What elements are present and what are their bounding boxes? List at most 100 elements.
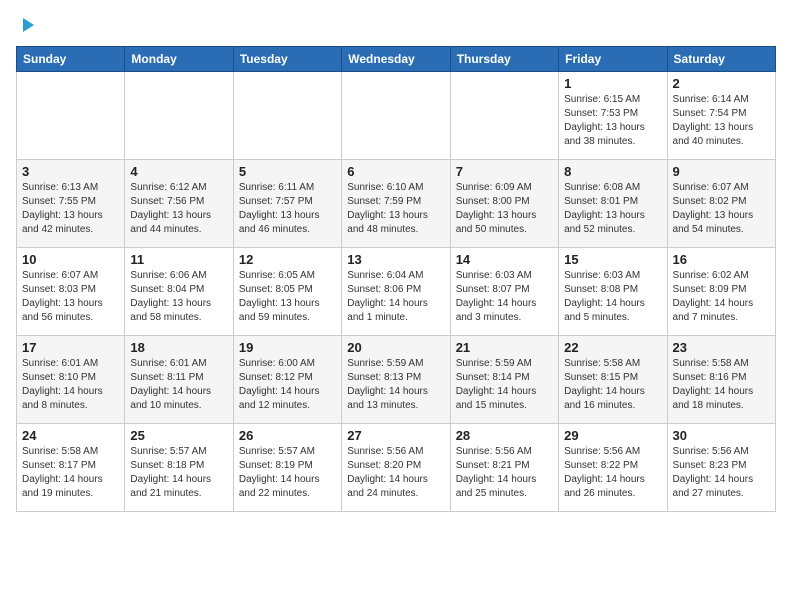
calendar-cell: 11 Sunrise: 6:06 AMSunset: 8:04 PMDayligh… — [125, 248, 233, 336]
day-info: Sunrise: 5:57 AMSunset: 8:19 PMDaylight:… — [239, 445, 336, 501]
day-info: Sunrise: 6:11 AMSunset: 7:57 PMDaylight:… — [239, 181, 336, 237]
calendar-cell: 14 Sunrise: 6:03 AMSunset: 8:07 PMDayligh… — [450, 248, 558, 336]
day-number: 26 — [239, 428, 336, 443]
day-header-saturday: Saturday — [667, 47, 775, 72]
day-number: 12 — [239, 252, 336, 267]
day-number: 18 — [130, 340, 227, 355]
day-number: 11 — [130, 252, 227, 267]
day-header-thursday: Thursday — [450, 47, 558, 72]
day-info: Sunrise: 6:01 AMSunset: 8:10 PMDaylight:… — [22, 357, 119, 413]
day-info: Sunrise: 6:03 AMSunset: 8:08 PMDaylight:… — [564, 269, 661, 325]
day-info: Sunrise: 6:00 AMSunset: 8:12 PMDaylight:… — [239, 357, 336, 413]
day-header-friday: Friday — [559, 47, 667, 72]
calendar-cell — [17, 72, 125, 160]
day-info: Sunrise: 6:02 AMSunset: 8:09 PMDaylight:… — [673, 269, 770, 325]
calendar-cell: 10 Sunrise: 6:07 AMSunset: 8:03 PMDayligh… — [17, 248, 125, 336]
day-number: 28 — [456, 428, 553, 443]
page-header — [16, 16, 776, 34]
day-number: 2 — [673, 76, 770, 91]
calendar-cell: 28 Sunrise: 5:56 AMSunset: 8:21 PMDayligh… — [450, 424, 558, 512]
logo — [16, 16, 36, 34]
calendar-cell: 7 Sunrise: 6:09 AMSunset: 8:00 PMDaylight… — [450, 160, 558, 248]
calendar-cell: 16 Sunrise: 6:02 AMSunset: 8:09 PMDayligh… — [667, 248, 775, 336]
calendar-cell: 17Sunrise: 6:01 AMSunset: 8:10 PMDayligh… — [17, 336, 125, 424]
day-number: 6 — [347, 164, 444, 179]
day-info: Sunrise: 5:56 AMSunset: 8:20 PMDaylight:… — [347, 445, 444, 501]
day-number: 14 — [456, 252, 553, 267]
day-number: 9 — [673, 164, 770, 179]
day-info: Sunrise: 6:08 AMSunset: 8:01 PMDaylight:… — [564, 181, 661, 237]
day-info: Sunrise: 5:58 AMSunset: 8:15 PMDaylight:… — [564, 357, 661, 413]
calendar-cell: 24 Sunrise: 5:58 AMSunset: 8:17 PMDayligh… — [17, 424, 125, 512]
day-info: Sunrise: 5:59 AMSunset: 8:14 PMDaylight:… — [456, 357, 553, 413]
day-number: 27 — [347, 428, 444, 443]
day-info: Sunrise: 6:03 AMSunset: 8:07 PMDaylight:… — [456, 269, 553, 325]
day-info: Sunrise: 6:06 AMSunset: 8:04 PMDaylight:… — [130, 269, 227, 325]
day-info: Sunrise: 6:10 AMSunset: 7:59 PMDaylight:… — [347, 181, 444, 237]
calendar-cell: 5 Sunrise: 6:11 AMSunset: 7:57 PMDaylight… — [233, 160, 341, 248]
calendar-cell: 8 Sunrise: 6:08 AMSunset: 8:01 PMDaylight… — [559, 160, 667, 248]
day-number: 8 — [564, 164, 661, 179]
calendar-cell: 22 Sunrise: 5:58 AMSunset: 8:15 PMDayligh… — [559, 336, 667, 424]
day-header-monday: Monday — [125, 47, 233, 72]
calendar-cell — [342, 72, 450, 160]
day-number: 21 — [456, 340, 553, 355]
calendar-cell: 30Sunrise: 5:56 AMSunset: 8:23 PMDayligh… — [667, 424, 775, 512]
calendar-table: SundayMondayTuesdayWednesdayThursdayFrid… — [16, 46, 776, 512]
day-number: 29 — [564, 428, 661, 443]
day-info: Sunrise: 6:01 AMSunset: 8:11 PMDaylight:… — [130, 357, 227, 413]
day-number: 16 — [673, 252, 770, 267]
calendar-cell — [125, 72, 233, 160]
day-number: 1 — [564, 76, 661, 91]
day-info: Sunrise: 5:58 AMSunset: 8:16 PMDaylight:… — [673, 357, 770, 413]
calendar-cell: 12 Sunrise: 6:05 AMSunset: 8:05 PMDayligh… — [233, 248, 341, 336]
day-number: 10 — [22, 252, 119, 267]
calendar-cell: 4 Sunrise: 6:12 AMSunset: 7:56 PMDaylight… — [125, 160, 233, 248]
day-number: 7 — [456, 164, 553, 179]
day-info: Sunrise: 6:14 AMSunset: 7:54 PMDaylight:… — [673, 93, 770, 149]
calendar-week-5: 24 Sunrise: 5:58 AMSunset: 8:17 PMDayligh… — [17, 424, 776, 512]
day-number: 22 — [564, 340, 661, 355]
calendar-cell: 20 Sunrise: 5:59 AMSunset: 8:13 PMDayligh… — [342, 336, 450, 424]
day-number: 25 — [130, 428, 227, 443]
day-number: 23 — [673, 340, 770, 355]
calendar-cell: 3Sunrise: 6:13 AMSunset: 7:55 PMDaylight… — [17, 160, 125, 248]
day-header-wednesday: Wednesday — [342, 47, 450, 72]
calendar-cell: 15 Sunrise: 6:03 AMSunset: 8:08 PMDayligh… — [559, 248, 667, 336]
day-number: 24 — [22, 428, 119, 443]
calendar-body: 1Sunrise: 6:15 AMSunset: 7:53 PMDaylight… — [17, 72, 776, 512]
day-info: Sunrise: 5:58 AMSunset: 8:17 PMDaylight:… — [22, 445, 119, 501]
calendar-cell — [450, 72, 558, 160]
calendar-header-row: SundayMondayTuesdayWednesdayThursdayFrid… — [17, 47, 776, 72]
day-header-sunday: Sunday — [17, 47, 125, 72]
calendar-week-3: 10 Sunrise: 6:07 AMSunset: 8:03 PMDayligh… — [17, 248, 776, 336]
day-number: 19 — [239, 340, 336, 355]
day-info: Sunrise: 6:05 AMSunset: 8:05 PMDaylight:… — [239, 269, 336, 325]
day-number: 20 — [347, 340, 444, 355]
day-info: Sunrise: 5:56 AMSunset: 8:22 PMDaylight:… — [564, 445, 661, 501]
day-number: 13 — [347, 252, 444, 267]
logo-icon — [18, 16, 36, 34]
day-number: 5 — [239, 164, 336, 179]
calendar-week-2: 3Sunrise: 6:13 AMSunset: 7:55 PMDaylight… — [17, 160, 776, 248]
day-info: Sunrise: 6:12 AMSunset: 7:56 PMDaylight:… — [130, 181, 227, 237]
calendar-cell: 2 Sunrise: 6:14 AMSunset: 7:54 PMDaylight… — [667, 72, 775, 160]
day-info: Sunrise: 5:59 AMSunset: 8:13 PMDaylight:… — [347, 357, 444, 413]
calendar-cell: 13Sunrise: 6:04 AMSunset: 8:06 PMDayligh… — [342, 248, 450, 336]
day-info: Sunrise: 6:07 AMSunset: 8:03 PMDaylight:… — [22, 269, 119, 325]
calendar-cell: 23 Sunrise: 5:58 AMSunset: 8:16 PMDayligh… — [667, 336, 775, 424]
day-number: 15 — [564, 252, 661, 267]
calendar-cell: 25 Sunrise: 5:57 AMSunset: 8:18 PMDayligh… — [125, 424, 233, 512]
calendar-cell — [233, 72, 341, 160]
day-info: Sunrise: 5:57 AMSunset: 8:18 PMDaylight:… — [130, 445, 227, 501]
calendar-week-4: 17Sunrise: 6:01 AMSunset: 8:10 PMDayligh… — [17, 336, 776, 424]
calendar-cell: 27 Sunrise: 5:56 AMSunset: 8:20 PMDayligh… — [342, 424, 450, 512]
day-info: Sunrise: 5:56 AMSunset: 8:23 PMDaylight:… — [673, 445, 770, 501]
calendar-cell: 18 Sunrise: 6:01 AMSunset: 8:11 PMDayligh… — [125, 336, 233, 424]
calendar-cell: 26 Sunrise: 5:57 AMSunset: 8:19 PMDayligh… — [233, 424, 341, 512]
day-info: Sunrise: 6:09 AMSunset: 8:00 PMDaylight:… — [456, 181, 553, 237]
day-number: 4 — [130, 164, 227, 179]
calendar-cell: 19 Sunrise: 6:00 AMSunset: 8:12 PMDayligh… — [233, 336, 341, 424]
day-header-tuesday: Tuesday — [233, 47, 341, 72]
day-info: Sunrise: 5:56 AMSunset: 8:21 PMDaylight:… — [456, 445, 553, 501]
